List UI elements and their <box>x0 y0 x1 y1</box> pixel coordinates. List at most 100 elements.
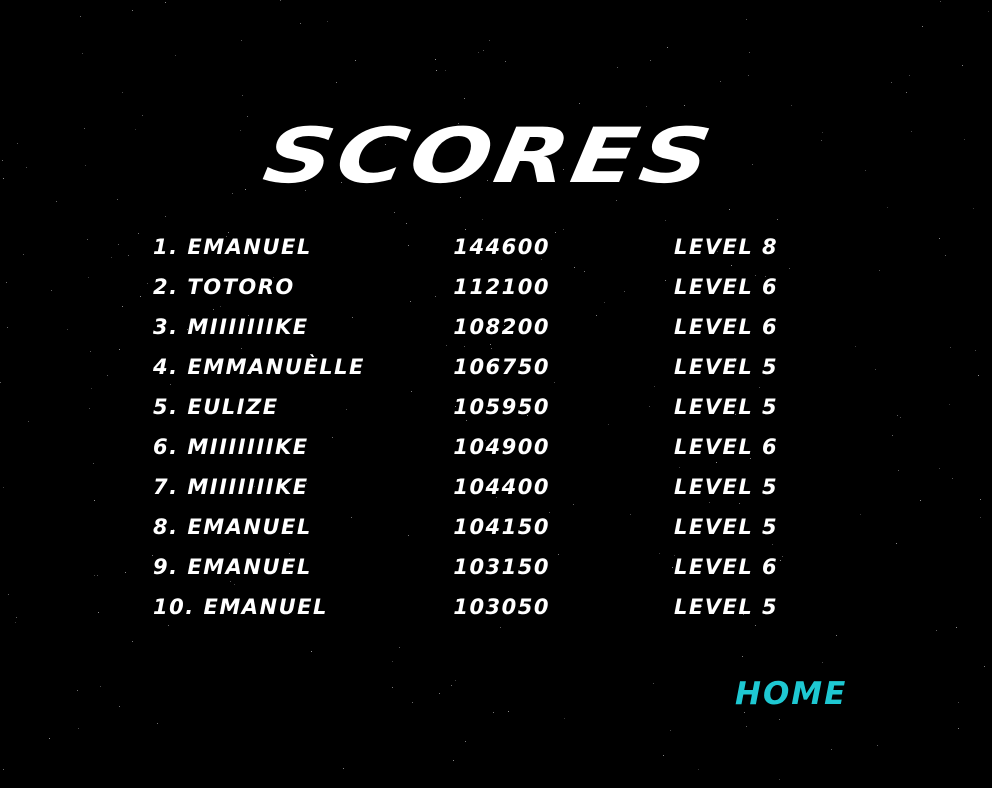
star-dot <box>616 200 617 201</box>
star-dot <box>355 60 356 61</box>
star-dot <box>132 10 133 11</box>
star-dot <box>945 255 946 256</box>
star-dot <box>478 52 479 53</box>
star-dot <box>336 82 337 83</box>
home-button[interactable]: HOME <box>735 674 847 714</box>
rank: 8. <box>153 515 179 539</box>
star-dot <box>505 61 506 62</box>
star-dot <box>877 745 878 746</box>
player-entry: 1. EMANUEL <box>153 232 312 262</box>
star-dot <box>119 349 120 350</box>
star-dot <box>891 82 892 83</box>
star-dot <box>7 327 8 328</box>
score-row: 6. MIIIIIIIKE 104900 LEVEL 6 <box>153 432 813 472</box>
star-dot <box>90 351 91 352</box>
score-table: 1. EMANUEL 144600 LEVEL 8 2. TOTORO 1121… <box>153 232 813 632</box>
star-dot <box>464 98 465 99</box>
star-dot <box>56 201 57 202</box>
star-dot <box>3 487 4 488</box>
star-dot <box>118 244 119 245</box>
star-dot <box>617 67 618 68</box>
star-dot <box>128 255 129 256</box>
level-value: LEVEL 6 <box>674 275 779 299</box>
player-entry: 5. EULIZE <box>153 392 279 422</box>
score-value: 103050 <box>453 595 550 619</box>
star-dot <box>87 239 88 240</box>
star-dot <box>956 627 957 628</box>
star-dot <box>300 23 301 24</box>
star-dot <box>958 702 959 703</box>
star-dot <box>15 622 16 623</box>
page-title: SCORES <box>257 111 722 200</box>
star-dot <box>836 635 837 636</box>
star-dot <box>698 769 699 770</box>
star-dot <box>94 575 95 576</box>
star-dot <box>122 92 123 93</box>
star-dot <box>23 254 24 255</box>
star-dot <box>855 346 856 347</box>
star-dot <box>909 75 910 76</box>
star-dot <box>28 421 29 422</box>
star-dot <box>125 572 126 573</box>
player-entry: 9. EMANUEL <box>153 552 312 582</box>
star-dot <box>97 575 98 576</box>
star-dot <box>89 408 90 409</box>
score-value: 104900 <box>453 435 550 459</box>
star-dot <box>465 741 466 742</box>
player-name: EULIZE <box>187 395 279 419</box>
rank: 9. <box>153 555 179 579</box>
score-row: 1. EMANUEL 144600 LEVEL 8 <box>153 232 813 272</box>
star-dot <box>78 728 79 729</box>
star-dot <box>822 662 823 663</box>
star-dot <box>107 375 108 376</box>
star-dot <box>451 685 452 686</box>
star-dot <box>958 728 959 729</box>
star-dot <box>311 651 312 652</box>
star-dot <box>875 369 876 370</box>
level-value: LEVEL 5 <box>674 475 779 499</box>
star-dot <box>93 463 94 464</box>
star-dot <box>952 478 953 479</box>
score-row: 8. EMANUEL 104150 LEVEL 5 <box>153 512 813 552</box>
star-dot <box>665 220 666 221</box>
player-name: EMANUEL <box>187 235 312 259</box>
star-dot <box>950 347 951 348</box>
star-dot <box>777 219 778 220</box>
star-dot <box>241 40 242 41</box>
rank: 10. <box>153 595 195 619</box>
score-value: 104400 <box>453 475 550 499</box>
star-dot <box>939 468 940 469</box>
star-dot <box>984 666 985 667</box>
star-dot <box>80 16 81 17</box>
star-dot <box>142 115 143 116</box>
star-dot <box>684 105 685 106</box>
star-dot <box>82 53 83 54</box>
score-value: 104150 <box>453 515 550 539</box>
star-dot <box>6 282 7 283</box>
star-dot <box>406 223 407 224</box>
star-dot <box>653 683 654 684</box>
score-row: 3. MIIIIIIIKE 108200 LEVEL 6 <box>153 312 813 352</box>
star-dot <box>51 290 52 291</box>
score-value: 144600 <box>453 235 550 259</box>
star-dot <box>670 730 671 731</box>
player-name: MIIIIIIIKE <box>187 435 309 459</box>
score-value: 105950 <box>453 395 550 419</box>
star-dot <box>936 630 937 631</box>
star-dot <box>949 404 950 405</box>
star-dot <box>978 375 979 376</box>
level-value: LEVEL 5 <box>674 355 779 379</box>
star-dot <box>8 594 9 595</box>
score-row: 2. TOTORO 112100 LEVEL 6 <box>153 272 813 312</box>
star-dot <box>508 711 509 712</box>
star-dot <box>157 723 158 724</box>
star-dot <box>939 238 940 239</box>
player-name: TOTORO <box>187 275 295 299</box>
score-value: 103150 <box>453 555 550 579</box>
player-name: MIIIIIIIKE <box>187 315 309 339</box>
star-dot <box>563 229 564 230</box>
player-entry: 3. MIIIIIIIKE <box>153 312 309 342</box>
rank: 5. <box>153 395 179 419</box>
level-value: LEVEL 5 <box>674 515 779 539</box>
star-dot <box>88 277 89 278</box>
